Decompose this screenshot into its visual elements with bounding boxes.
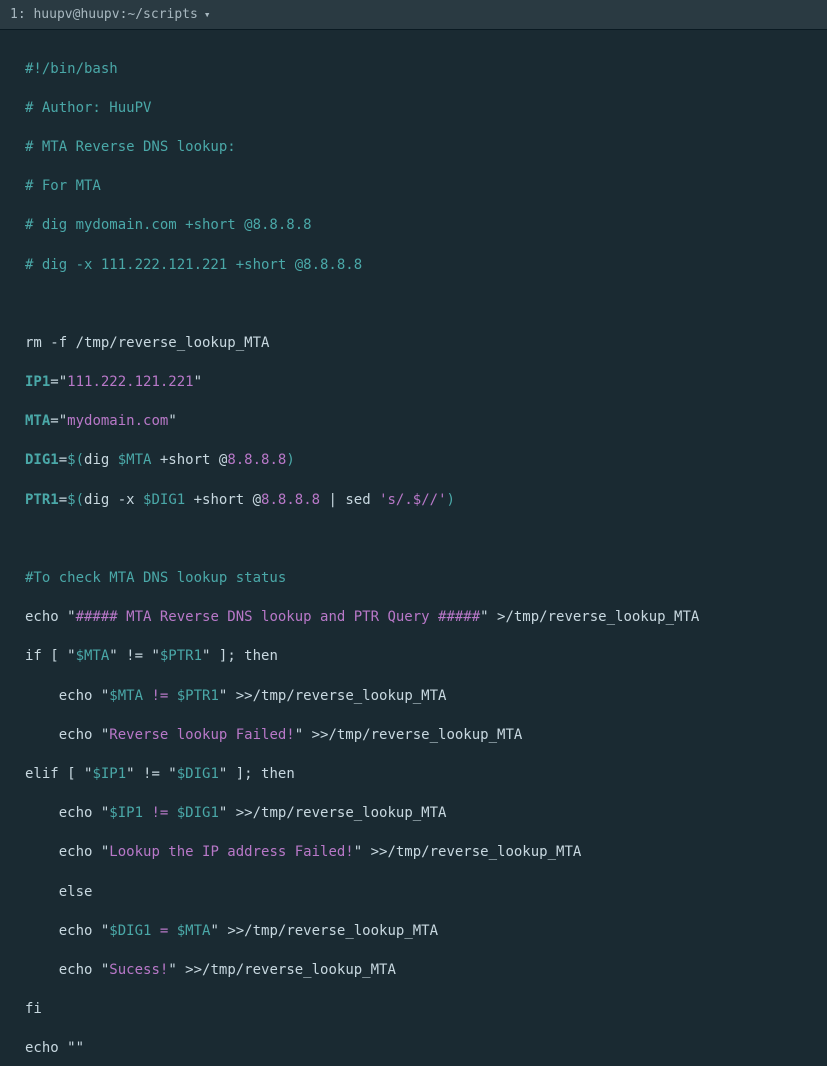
shebang-line: #!/bin/bash [25,61,118,77]
comment-check: #To check MTA DNS lookup status [25,570,286,586]
dropdown-arrow-icon[interactable]: ▾ [204,8,211,21]
fi-statement: fi [25,1001,42,1017]
comment-desc: # MTA Reverse DNS lookup: [25,139,236,155]
terminal-titlebar[interactable]: 1: huupv@huupv:~/scripts ▾ [0,0,827,30]
terminal-content[interactable]: #!/bin/bash # Author: HuuPV # MTA Revers… [0,30,827,1066]
if-statement: if [ " [25,648,76,664]
var-ptr1: PTR1 [25,492,59,508]
var-mta: MTA [25,413,50,429]
comment-for: # For MTA [25,178,101,194]
elif-statement: elif [ " [25,766,92,782]
echo-empty: echo "" [25,1040,84,1056]
comment-author: # Author: HuuPV [25,100,151,116]
else-statement: else [25,884,92,900]
terminal-title: 1: huupv@huupv:~/scripts [10,7,198,22]
var-ip1: IP1 [25,374,50,390]
var-dig1: DIG1 [25,452,59,468]
rm-command: rm -f /tmp/reverse_lookup_MTA [25,335,269,351]
comment-dig1: # dig mydomain.com +short @8.8.8.8 [25,217,312,233]
comment-dig2: # dig -x 111.222.121.221 +short @8.8.8.8 [25,257,362,273]
